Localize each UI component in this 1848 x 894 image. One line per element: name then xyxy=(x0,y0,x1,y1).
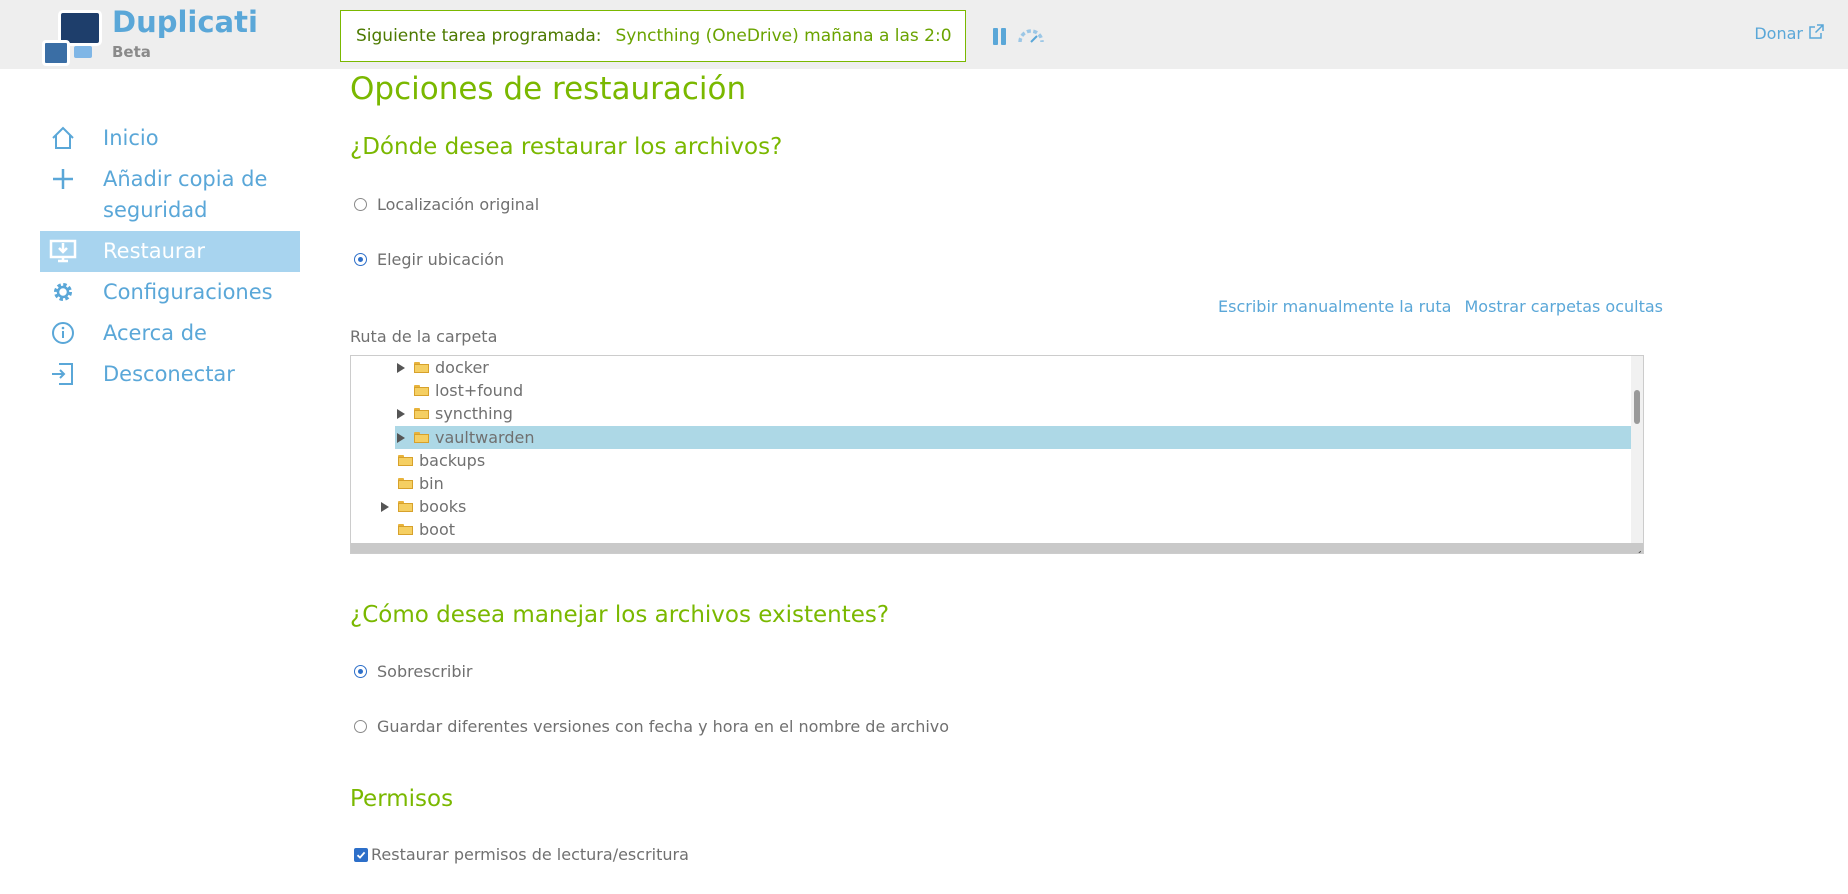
option-choose-location[interactable]: Elegir ubicación xyxy=(354,250,504,269)
restore-permissions-option[interactable]: Restaurar permisos de lectura/escritura xyxy=(354,845,689,864)
folder-links: Escribir manualmente la ruta Mostrar car… xyxy=(1210,297,1663,316)
radio-button-selected[interactable] xyxy=(354,665,367,678)
tree-item-label: bin xyxy=(419,474,444,493)
folder-path-label: Ruta de la carpeta xyxy=(350,327,498,346)
tree-item[interactable]: bin xyxy=(379,472,444,495)
tree-item-label: docker xyxy=(435,358,489,377)
sidebar-item-logout[interactable]: Desconectar xyxy=(40,354,300,395)
tree-item-selected[interactable]: vaultwarden xyxy=(395,426,1631,449)
sidebar-item-inicio[interactable]: Inicio xyxy=(40,118,300,159)
duplicati-logo[interactable] xyxy=(40,6,106,66)
checkbox-label: Restaurar permisos de lectura/escritura xyxy=(371,845,689,864)
external-link-icon xyxy=(1809,24,1824,43)
sidebar-item-about[interactable]: Acerca de xyxy=(40,313,300,354)
sidebar-item-label: Desconectar xyxy=(103,362,235,386)
top-bar: Duplicati Beta Siguiente tarea programad… xyxy=(0,0,1848,69)
vertical-scrollbar[interactable] xyxy=(1631,356,1643,543)
folder-icon xyxy=(398,478,413,489)
tree-item[interactable]: backups xyxy=(379,449,485,472)
radio-button[interactable] xyxy=(354,720,367,733)
scheduled-label: Siguiente tarea programada: xyxy=(356,26,602,46)
donate-label: Donar xyxy=(1754,24,1803,43)
radio-button-selected[interactable] xyxy=(354,253,367,266)
tree-item-label: boot xyxy=(419,520,456,539)
option-original-location[interactable]: Localización original xyxy=(354,195,539,214)
manual-path-link[interactable]: Escribir manualmente la ruta xyxy=(1218,297,1451,316)
expand-arrow-icon[interactable] xyxy=(379,501,391,512)
existing-files-heading: ¿Cómo desea manejar los archivos existen… xyxy=(350,602,890,628)
expand-arrow-icon[interactable] xyxy=(395,408,407,419)
tree-item-label: backups xyxy=(419,451,486,470)
info-icon xyxy=(48,318,78,348)
throttle-icon[interactable] xyxy=(1017,28,1045,46)
folder-tree[interactable]: docker lost+found syncthing vaultwarden … xyxy=(350,355,1644,554)
option-label: Sobrescribir xyxy=(377,662,473,681)
horizontal-scrollbar[interactable] xyxy=(351,543,1643,553)
tree-item[interactable]: boot xyxy=(379,518,455,541)
folder-icon xyxy=(398,501,413,512)
tree-item-label: syncthing xyxy=(435,404,513,423)
expand-arrow-icon[interactable] xyxy=(395,432,407,443)
app-name[interactable]: Duplicati xyxy=(112,5,258,39)
folder-icon xyxy=(414,432,429,443)
home-icon xyxy=(48,123,78,153)
sidebar-item-label: Añadir copia de seguridad xyxy=(103,167,268,222)
sidebar-item-settings[interactable]: Configuraciones xyxy=(40,272,300,313)
sidebar-item-restore[interactable]: Restaurar xyxy=(40,231,300,272)
permissions-heading: Permisos xyxy=(350,786,454,812)
tree-item[interactable]: lost+found xyxy=(395,379,523,402)
option-label: Guardar diferentes versiones con fecha y… xyxy=(377,717,950,736)
option-label: Elegir ubicación xyxy=(377,250,505,269)
show-hidden-folders-link[interactable]: Mostrar carpetas ocultas xyxy=(1464,297,1663,316)
sidebar-item-label: Acerca de xyxy=(103,321,207,345)
sidebar-item-add-backup[interactable]: Añadir copia de seguridad xyxy=(40,159,300,231)
plus-icon xyxy=(48,164,78,194)
sidebar-item-label: Restaurar xyxy=(103,239,206,263)
restore-icon xyxy=(48,236,78,266)
logout-icon xyxy=(48,359,78,389)
donate-link[interactable]: Donar xyxy=(1754,24,1824,43)
sidebar-nav: Inicio Añadir copia de seguridad Restaur… xyxy=(40,118,300,395)
scrollbar-thumb[interactable] xyxy=(1634,390,1640,424)
option-overwrite[interactable]: Sobrescribir xyxy=(354,662,473,681)
tree-item[interactable]: books xyxy=(379,495,466,518)
gear-icon xyxy=(48,277,78,307)
page-title: Opciones de restauración xyxy=(350,71,747,107)
expand-arrow-icon[interactable] xyxy=(395,362,407,373)
option-label: Localización original xyxy=(377,195,540,214)
tree-item-label: lost+found xyxy=(435,381,524,400)
resize-grip-icon[interactable] xyxy=(1633,544,1642,553)
tree-item[interactable]: docker xyxy=(395,356,489,379)
tree-item[interactable]: syncthing xyxy=(395,402,513,425)
folder-icon xyxy=(398,455,413,466)
tree-item-label: vaultwarden xyxy=(435,428,535,447)
checkbox-checked[interactable] xyxy=(354,847,368,862)
folder-icon xyxy=(398,524,413,535)
tree-item-label: books xyxy=(419,497,467,516)
folder-icon xyxy=(414,362,429,373)
folder-icon xyxy=(414,408,429,419)
next-scheduled-task[interactable]: Siguiente tarea programada: Syncthing (O… xyxy=(340,10,966,62)
radio-button[interactable] xyxy=(354,198,367,211)
scheduled-value[interactable]: Syncthing (OneDrive) mañana a las 2:0 xyxy=(615,26,951,46)
sidebar-item-label: Configuraciones xyxy=(103,280,273,304)
sidebar-item-label: Inicio xyxy=(103,126,159,150)
app-tagline: Beta xyxy=(112,43,151,61)
option-save-versions[interactable]: Guardar diferentes versiones con fecha y… xyxy=(354,717,949,736)
folder-icon xyxy=(414,385,429,396)
pause-icon[interactable] xyxy=(993,28,1007,45)
where-heading: ¿Dónde desea restaurar los archivos? xyxy=(350,134,783,160)
